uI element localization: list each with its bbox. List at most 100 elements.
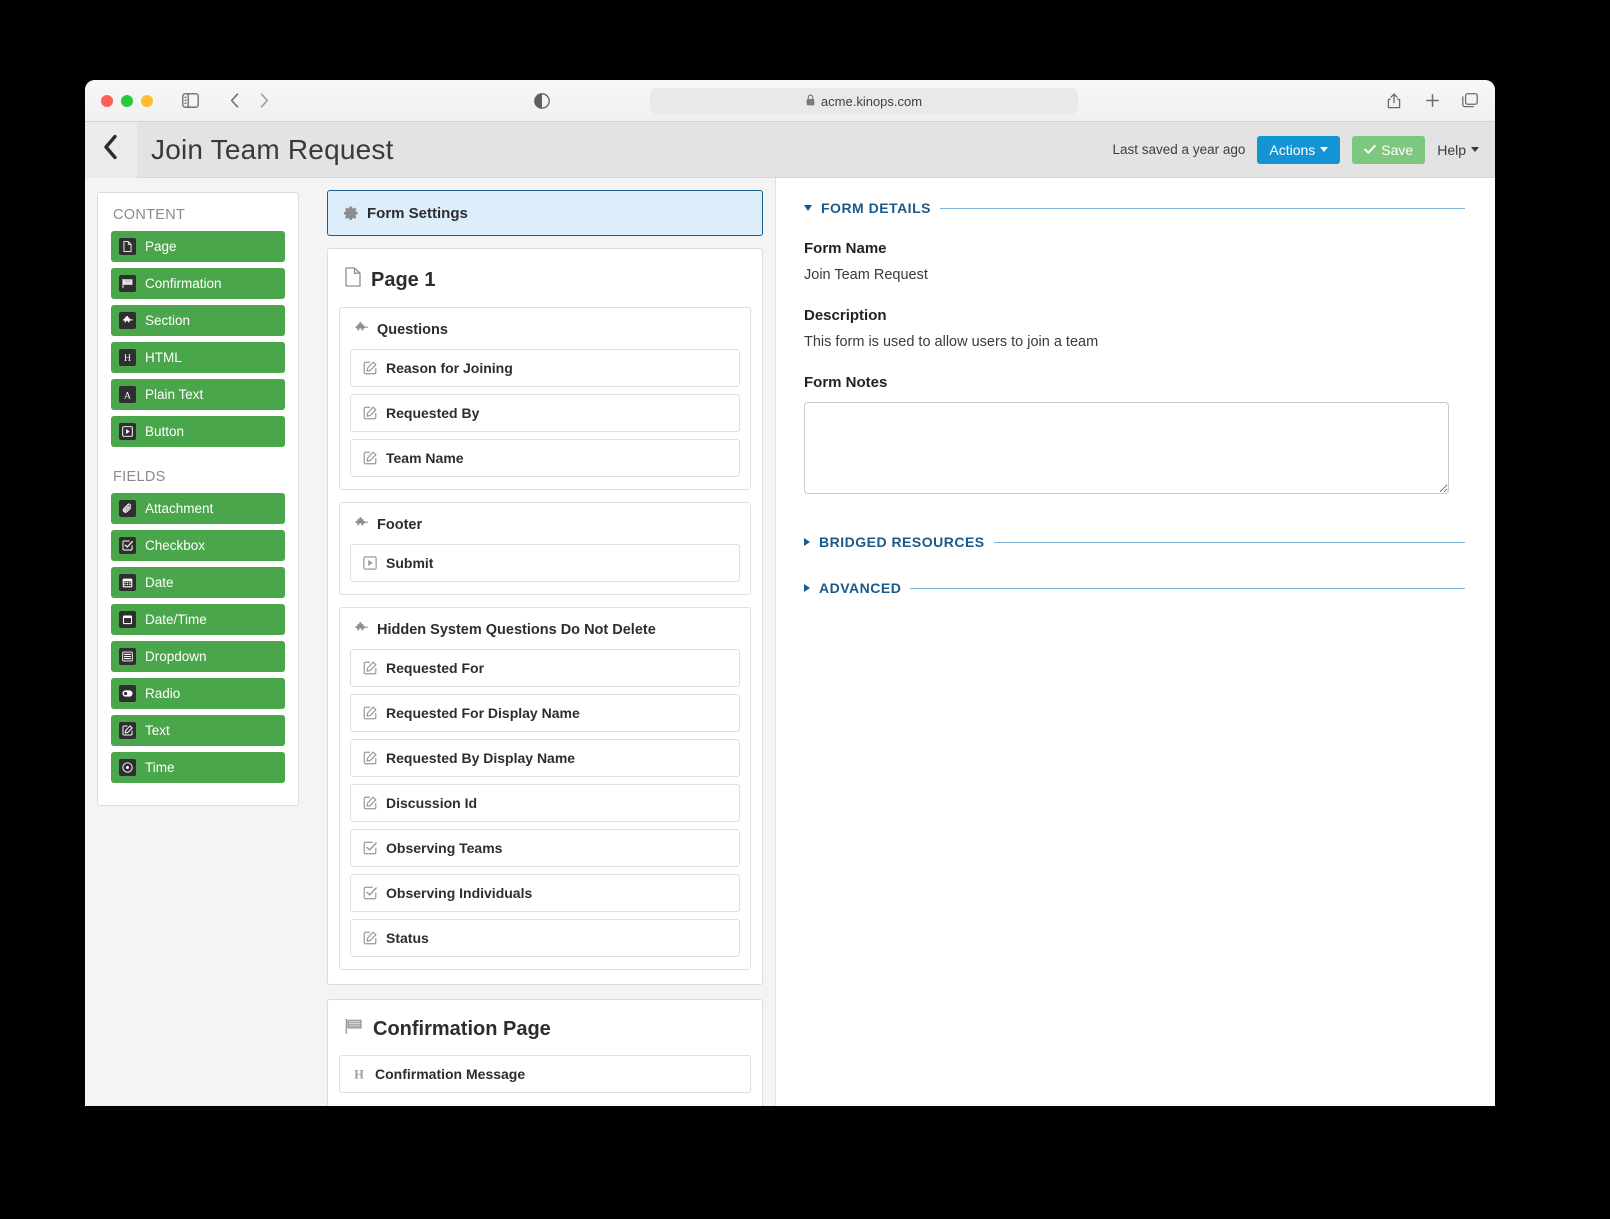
palette-item-label: Time [145, 760, 175, 775]
play-button-icon [363, 556, 377, 570]
divider [939, 207, 1465, 209]
form-element-submit[interactable]: Submit [350, 544, 740, 582]
form-element-label: Observing Teams [386, 840, 503, 856]
browser-forward-icon[interactable] [253, 90, 275, 112]
confirmation-page-card: Confirmation Page H Confirmation Message [327, 999, 763, 1106]
description-value: This form is used to allow users to join… [804, 334, 1099, 350]
puzzle-icon [354, 621, 368, 639]
form-element-requested-for[interactable]: Requested For [350, 649, 740, 687]
section-title[interactable]: Footer [354, 516, 740, 534]
palette-item-label: Attachment [145, 501, 214, 516]
maximize-window-button[interactable] [141, 94, 153, 107]
page-title: Join Team Request [151, 133, 394, 165]
palette-item-time[interactable]: Time [111, 752, 285, 783]
checkbox-icon [363, 886, 377, 900]
bridged-resources-accordion-header[interactable]: BRIDGED RESOURCES [804, 534, 1465, 550]
form-element-label: Submit [386, 555, 434, 571]
form-notes-input[interactable] [804, 402, 1449, 494]
address-bar[interactable]: acme.kinops.com [650, 88, 1078, 114]
form-element-confirmation-message[interactable]: H Confirmation Message [339, 1055, 751, 1093]
palette-item-page[interactable]: Page [111, 231, 285, 262]
help-label: Help [1437, 141, 1466, 158]
section-title[interactable]: Hidden System Questions Do Not Delete [354, 621, 740, 639]
palette-content-heading: CONTENT [113, 207, 186, 223]
help-menu[interactable]: Help [1437, 142, 1479, 158]
new-tab-icon[interactable] [1421, 90, 1443, 112]
palette-item-plain-text[interactable]: A Plain Text [111, 379, 285, 410]
palette-item-label: Plain Text [145, 387, 204, 402]
checkbox-icon [363, 841, 377, 855]
save-button[interactable]: Save [1352, 135, 1426, 164]
paperclip-icon [119, 500, 136, 517]
triangle-right-icon [804, 584, 810, 592]
palette-item-label: Checkbox [145, 538, 206, 553]
app-header: Join Team Request Last saved a year ago … [85, 121, 1495, 178]
svg-text:A: A [124, 390, 131, 400]
pencil-square-icon [119, 722, 136, 739]
last-saved-status: Last saved a year ago [1112, 142, 1246, 157]
radio-icon [119, 685, 136, 702]
section-title[interactable]: Questions [354, 321, 740, 339]
form-element-discussion-id[interactable]: Discussion Id [350, 784, 740, 822]
form-element-label: Observing Individuals [386, 885, 533, 901]
window-controls [101, 94, 153, 107]
palette-item-text[interactable]: Text [111, 715, 285, 746]
form-element-requested-by[interactable]: Requested By [350, 394, 740, 432]
form-element-observing-teams[interactable]: Observing Teams [350, 829, 740, 867]
palette-item-html[interactable]: H HTML [111, 342, 285, 373]
palette-item-attachment[interactable]: Attachment [111, 493, 285, 524]
form-name-label: Form Name [804, 240, 887, 257]
form-settings-label: Form Settings [367, 204, 468, 222]
actions-button[interactable]: Actions [1257, 135, 1341, 164]
form-element-status[interactable]: Status [350, 919, 740, 957]
form-element-requested-by-display-name[interactable]: Requested By Display Name [350, 739, 740, 777]
form-element-reason-for-joining[interactable]: Reason for Joining [350, 349, 740, 387]
close-window-button[interactable] [101, 94, 113, 107]
pencil-square-icon [363, 451, 377, 465]
form-element-team-name[interactable]: Team Name [350, 439, 740, 477]
palette-item-radio[interactable]: Radio [111, 678, 285, 709]
save-button-label: Save [1381, 141, 1414, 158]
browser-actions-group [1383, 90, 1481, 112]
section-title-text: Hidden System Questions Do Not Delete [377, 622, 656, 638]
minimize-window-button[interactable] [121, 94, 133, 107]
pencil-square-icon [363, 661, 377, 675]
advanced-accordion-header[interactable]: ADVANCED [804, 580, 1465, 596]
form-notes-label: Form Notes [804, 374, 888, 391]
form-element-observing-individuals[interactable]: Observing Individuals [350, 874, 740, 912]
palette-item-label: Button [145, 424, 185, 439]
show-tabs-icon[interactable] [1459, 90, 1481, 112]
palette-item-dropdown[interactable]: Dropdown [111, 641, 285, 672]
page-title-text: Page 1 [371, 268, 436, 291]
pencil-square-icon [363, 406, 377, 420]
palette-item-date-time[interactable]: Date/Time [111, 604, 285, 635]
palette-item-section[interactable]: Section [111, 305, 285, 336]
form-section-questions: Questions Reason for Joining Requested By T… [339, 307, 751, 490]
palette-item-label: HTML [145, 350, 182, 365]
svg-text:H: H [354, 1067, 364, 1081]
form-settings-button[interactable]: Form Settings [327, 190, 763, 236]
form-element-requested-for-display-name[interactable]: Requested For Display Name [350, 694, 740, 732]
form-element-label: Requested By Display Name [386, 750, 576, 766]
form-details-accordion-header[interactable]: FORM DETAILS [804, 200, 1465, 216]
form-section-hidden-system-questions-do-not-delete: Hidden System Questions Do Not Delete Req… [339, 607, 751, 970]
browser-back-icon[interactable] [223, 90, 245, 112]
sidebar-toggle-icon[interactable] [179, 90, 201, 112]
back-button[interactable] [85, 121, 137, 178]
section-title-text: Footer [377, 517, 423, 533]
form-section-footer: Footer Submit [339, 502, 751, 595]
palette-item-confirmation[interactable]: Confirmation [111, 268, 285, 299]
calendar-icon [119, 574, 136, 591]
list-icon [119, 648, 136, 665]
palette-fields-heading: FIELDS [113, 469, 166, 485]
puzzle-icon [119, 312, 136, 329]
text-a-icon: A [119, 386, 136, 403]
calendar-clock-icon [119, 611, 136, 628]
reader-view-icon[interactable] [531, 90, 553, 112]
palette-item-button[interactable]: Button [111, 416, 285, 447]
palette-item-checkbox[interactable]: Checkbox [111, 530, 285, 561]
palette-item-date[interactable]: Date [111, 567, 285, 598]
pencil-square-icon [363, 361, 377, 375]
form-element-label: Team Name [386, 450, 464, 466]
share-icon[interactable] [1383, 90, 1405, 112]
